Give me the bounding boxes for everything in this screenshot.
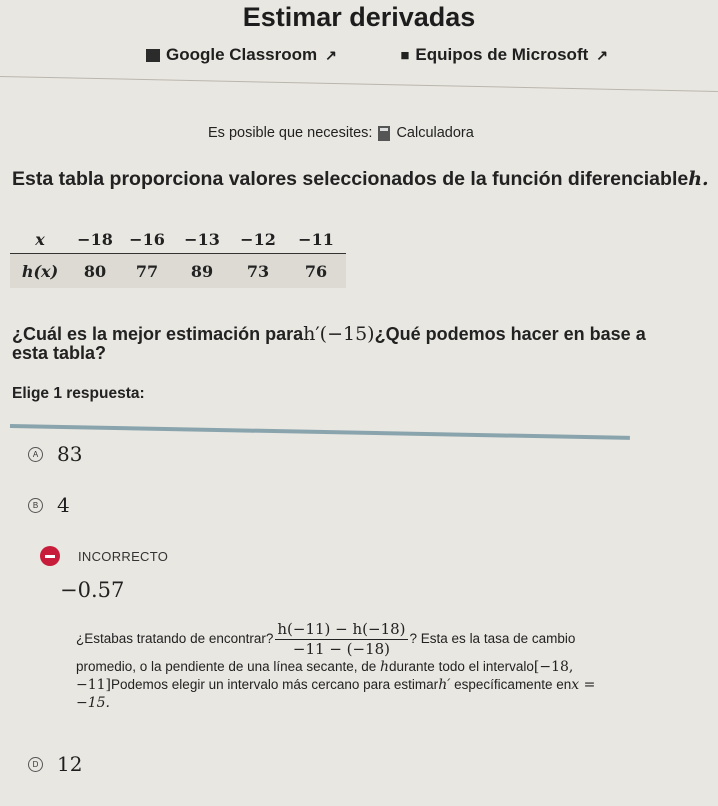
values-table: x −18 −16 −13 −12 −11 h(x) 80 77 89 73 7… bbox=[10, 225, 346, 288]
feedback-part: Podemos elegir un intervalo más cercano … bbox=[111, 677, 439, 692]
option-letter-badge: B bbox=[28, 497, 43, 513]
feedback-part: específicamente en bbox=[454, 677, 572, 692]
table-cell: −16 bbox=[120, 225, 174, 254]
table-cell: x bbox=[10, 225, 70, 254]
answer-divider bbox=[9, 424, 630, 440]
option-letter-badge: A bbox=[28, 446, 43, 462]
google-classroom-icon bbox=[146, 48, 160, 62]
function-name: h. bbox=[688, 168, 709, 190]
question-intro: Esta tabla proporciona valores seleccion… bbox=[12, 168, 709, 191]
option-d[interactable]: D 12 bbox=[28, 752, 82, 776]
intro-text: Esta tabla proporciona valores seleccion… bbox=[12, 168, 689, 190]
microsoft-teams-label: Equipos de Microsoft bbox=[415, 45, 589, 64]
tools-prefix: Es posible que necesites: bbox=[208, 125, 373, 141]
option-value: 83 bbox=[57, 442, 83, 466]
table-cell: −13 bbox=[174, 225, 230, 254]
calculator-icon[interactable] bbox=[378, 125, 391, 141]
external-link-icon: ↗ bbox=[596, 46, 608, 63]
option-c-status: INCORRECTO bbox=[40, 546, 168, 566]
page-title: Estimar derivadas bbox=[242, 2, 476, 32]
feedback-part: durante todo el intervalo bbox=[389, 659, 534, 674]
table-row-x: x −18 −16 −13 −12 −11 bbox=[10, 225, 346, 254]
table-cell: −18 bbox=[70, 225, 120, 254]
option-b[interactable]: B 4 bbox=[28, 493, 70, 517]
table-cell: −11 bbox=[286, 225, 346, 254]
fraction-numerator: h(−11) − h(−18) bbox=[275, 620, 408, 640]
answer-prompt: Elige 1 respuesta: bbox=[12, 385, 145, 402]
tools-row: Es posible que necesites: Calculadora bbox=[208, 125, 474, 141]
question-math: h′(−15) bbox=[303, 323, 375, 345]
table-row-h: h(x) 80 77 89 73 76 bbox=[10, 253, 346, 288]
google-classroom-label: Google Classroom bbox=[166, 45, 318, 64]
option-value: 12 bbox=[57, 752, 83, 776]
table-cell: −12 bbox=[230, 225, 286, 254]
feedback-fraction: h(−11) − h(−18) −11 − (−18) bbox=[275, 620, 408, 658]
google-classroom-link[interactable]: Google Classroom ↗ bbox=[146, 45, 337, 65]
microsoft-teams-link[interactable]: ■ Equipos de Microsoft ↗ bbox=[400, 45, 608, 65]
table-cell: h(x) bbox=[10, 253, 70, 288]
incorrect-icon bbox=[40, 546, 60, 566]
table-cell: 80 bbox=[70, 253, 120, 288]
feedback-text: ¿Estabas tratando de encontrar? h(−11) − … bbox=[76, 621, 596, 712]
option-a[interactable]: A 83 bbox=[28, 442, 82, 466]
microsoft-teams-icon: ■ bbox=[400, 46, 410, 64]
external-link-icon: ↗ bbox=[325, 46, 337, 63]
incorrect-label: INCORRECTO bbox=[78, 548, 169, 564]
question-text-part1: ¿Cuál es la mejor estimación para bbox=[12, 324, 304, 344]
fraction-denominator: −11 − (−18) bbox=[292, 640, 391, 658]
header-divider bbox=[0, 76, 718, 93]
feedback-math: h′ bbox=[438, 677, 451, 693]
feedback-math: h bbox=[380, 659, 390, 675]
option-letter-badge: D bbox=[28, 756, 43, 772]
table-cell: 89 bbox=[174, 253, 230, 288]
table-cell: 76 bbox=[286, 253, 346, 288]
share-links: Google Classroom ↗ ■ Equipos de Microsof… bbox=[146, 40, 608, 70]
feedback-part: ¿Estabas tratando de encontrar? bbox=[76, 631, 274, 647]
calculator-link[interactable]: Calculadora bbox=[396, 125, 473, 141]
table-cell: 77 bbox=[120, 253, 174, 288]
option-c-value[interactable]: −0.57 bbox=[60, 578, 124, 602]
table-cell: 73 bbox=[230, 253, 286, 288]
question-text: ¿Cuál es la mejor estimación parah′(−15)… bbox=[12, 325, 672, 363]
option-value: 4 bbox=[57, 493, 70, 517]
